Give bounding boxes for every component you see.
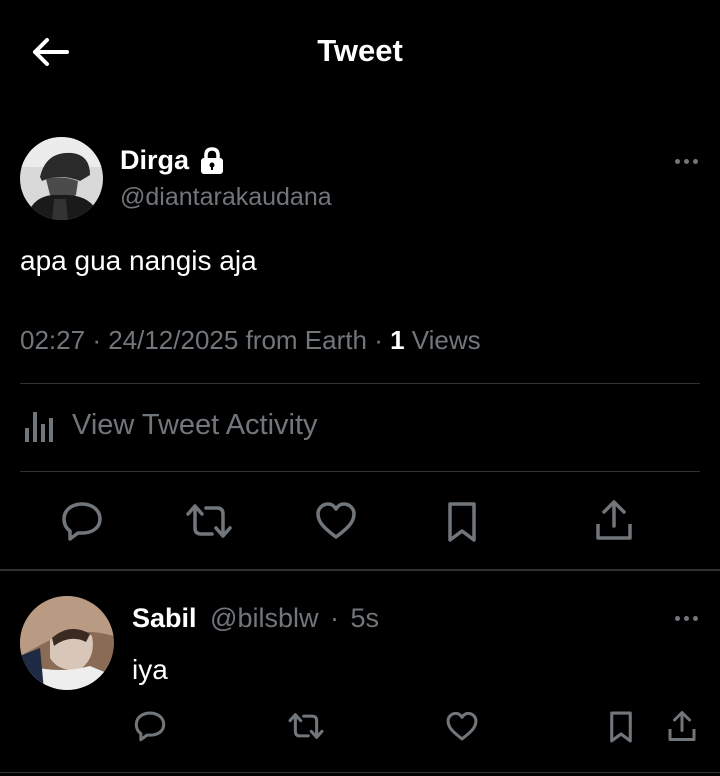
more-dot xyxy=(675,159,680,164)
more-dot xyxy=(693,616,698,621)
reply-header: Sabil @bilsblw · 5s xyxy=(132,603,379,634)
heart-icon xyxy=(446,711,478,740)
retweet-button[interactable] xyxy=(183,498,235,544)
author-avatar[interactable] xyxy=(20,137,103,220)
view-tweet-activity-button[interactable]: View Tweet Activity xyxy=(20,406,318,444)
heart-icon xyxy=(316,502,356,539)
tweet-time[interactable]: 02:27 xyxy=(20,325,85,355)
share-upload-icon xyxy=(668,711,696,741)
views-count: 1 xyxy=(390,325,405,355)
tweet-source: from Earth xyxy=(245,325,367,355)
author-name-text: Dirga xyxy=(120,145,190,175)
reply-author-name[interactable]: Sabil xyxy=(132,603,197,633)
more-dot xyxy=(675,616,680,621)
meta-separator: · xyxy=(330,603,339,633)
retweet-icon xyxy=(288,713,324,739)
divider xyxy=(20,471,700,472)
author-handle[interactable]: @diantarakaudana xyxy=(120,183,332,212)
tweet-more-button[interactable] xyxy=(675,159,698,164)
meta-separator: · xyxy=(374,325,391,355)
share-button[interactable] xyxy=(592,496,636,544)
more-dot xyxy=(684,159,689,164)
like-button[interactable] xyxy=(312,498,360,544)
thread-separator xyxy=(0,569,720,571)
tweet-meta: 02:27 · 24/12/2025 from Earth · 1 Views xyxy=(20,325,481,356)
bookmark-icon xyxy=(610,711,632,743)
more-dot xyxy=(693,159,698,164)
share-upload-icon xyxy=(596,500,632,540)
tweet-text: apa gua nangis aja xyxy=(20,245,257,276)
bar-chart-icon xyxy=(25,412,53,442)
speech-bubble-icon xyxy=(134,711,166,742)
reply-like-button[interactable] xyxy=(444,708,480,744)
speech-bubble-icon xyxy=(62,502,102,541)
views-label: Views xyxy=(411,325,481,355)
reply-author-avatar[interactable] xyxy=(20,596,114,690)
bookmark-button[interactable] xyxy=(440,498,484,546)
reply-more-button[interactable] xyxy=(675,616,698,621)
divider xyxy=(0,772,720,773)
reply-retweet-button[interactable] xyxy=(286,708,326,744)
activity-label: View Tweet Activity xyxy=(72,408,318,441)
meta-separator: · xyxy=(92,325,109,355)
reply-bookmark-button[interactable] xyxy=(604,708,638,746)
reply-author-handle[interactable]: @bilsblw xyxy=(210,603,318,633)
page-title: Tweet xyxy=(317,33,403,68)
reply-share-button[interactable] xyxy=(664,707,700,745)
reply-age: 5s xyxy=(350,603,380,633)
lock-icon xyxy=(199,146,225,175)
tweet-date[interactable]: 24/12/2025 xyxy=(108,325,238,355)
reply-button[interactable] xyxy=(58,498,106,544)
reply-text: iya xyxy=(132,654,168,685)
reply-reply-button[interactable] xyxy=(132,708,168,744)
top-bar: Tweet xyxy=(0,0,720,104)
divider xyxy=(20,383,700,384)
retweet-icon xyxy=(186,504,232,538)
more-dot xyxy=(684,616,689,621)
author-name[interactable]: Dirga xyxy=(120,145,225,176)
bookmark-icon xyxy=(448,502,476,542)
